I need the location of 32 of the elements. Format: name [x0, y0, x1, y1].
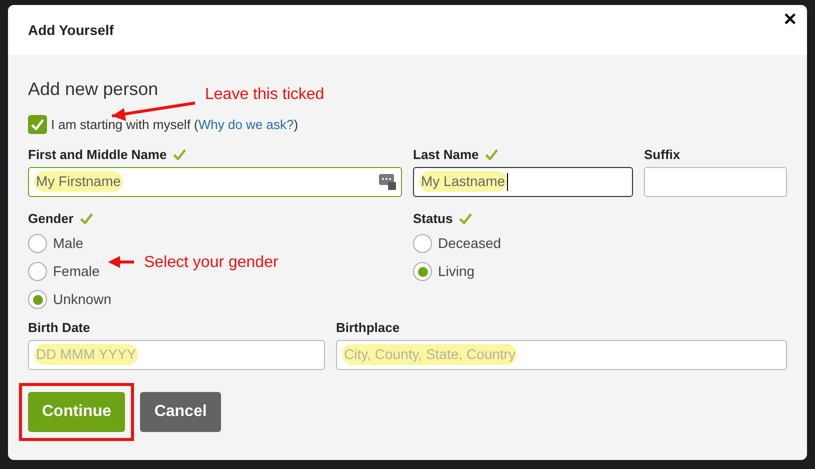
field-label: Last Name [413, 146, 479, 164]
checkbox[interactable] [28, 115, 47, 134]
continue-button[interactable]: Continue [28, 392, 126, 432]
field-label: First and Middle Name [28, 146, 167, 164]
text-field[interactable]: My Firstname [28, 166, 402, 196]
checkbox-label: I am starting with myself (Why do we ask?) [51, 116, 298, 134]
text-field[interactable]: My Lastname [413, 166, 633, 196]
annotation-text: Leave this ticked [205, 85, 324, 105]
dialog-title: Add Yourself [28, 20, 114, 40]
close-button[interactable]: ✕ [779, 7, 801, 32]
field-label: Gender [28, 210, 74, 228]
radio-label: Male [53, 234, 84, 253]
arrow [108, 256, 134, 268]
radio-label: Female [53, 262, 100, 281]
field-label: Status [413, 210, 453, 228]
field-label: Suffix [644, 146, 680, 164]
radio-button[interactable] [413, 262, 432, 281]
keyboard-icon[interactable] [379, 173, 396, 190]
section-title: Add new person [28, 78, 158, 101]
radio-label: Deceased [438, 234, 502, 253]
text-field[interactable] [644, 166, 787, 196]
radio-button[interactable] [28, 290, 47, 309]
radio-button[interactable] [28, 262, 47, 281]
radio-button[interactable] [413, 234, 432, 253]
cancel-button[interactable]: Cancel [140, 392, 221, 432]
field-label: Birthplace [336, 318, 400, 337]
link[interactable]: Why do we ask? [198, 117, 294, 132]
field-label: Birth Date [28, 318, 90, 337]
radio-label: Unknown [53, 290, 112, 309]
radio-button[interactable] [28, 234, 47, 253]
radio-label: Living [438, 262, 475, 281]
annotation-text: Select your gender [144, 253, 278, 273]
